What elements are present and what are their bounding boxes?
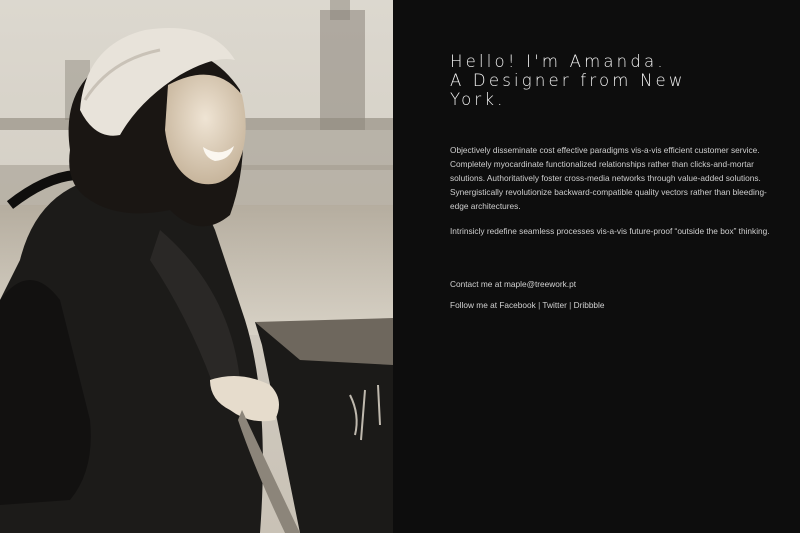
portrait-illustration — [0, 0, 393, 533]
contact-section: Contact me at maple@treework.pt Follow m… — [450, 278, 775, 320]
contact-prefix: Contact me at — [450, 279, 504, 289]
email-link[interactable]: maple@treework.pt — [504, 279, 576, 289]
portrait-photo — [0, 0, 393, 533]
twitter-link[interactable]: Twitter — [542, 300, 566, 310]
page: Hello! I'm Amanda. A Designer from New Y… — [0, 0, 800, 533]
heading-line-2: A Designer from New — [450, 71, 686, 90]
follow-prefix: Follow me at — [450, 300, 500, 310]
bio-paragraph-2: Intrinsicly redefine seamless processes … — [450, 226, 770, 236]
bio-paragraph-1: Objectively disseminate cost effective p… — [450, 145, 767, 211]
intro-heading: Hello! I'm Amanda. A Designer from New Y… — [450, 52, 750, 109]
heading-line-3: York. — [450, 90, 506, 109]
contact-line: Contact me at maple@treework.pt — [450, 278, 775, 290]
dribbble-link[interactable]: Dribbble — [574, 300, 605, 310]
facebook-link[interactable]: Facebook — [499, 300, 535, 310]
follow-line: Follow me at Facebook | Twitter | Dribbb… — [450, 299, 775, 311]
link-separator: | — [566, 300, 574, 310]
heading-line-1: Hello! I'm Amanda. — [450, 52, 666, 71]
intro-panel: Hello! I'm Amanda. A Designer from New Y… — [393, 0, 800, 533]
bio-text: Objectively disseminate cost effective p… — [450, 143, 775, 249]
